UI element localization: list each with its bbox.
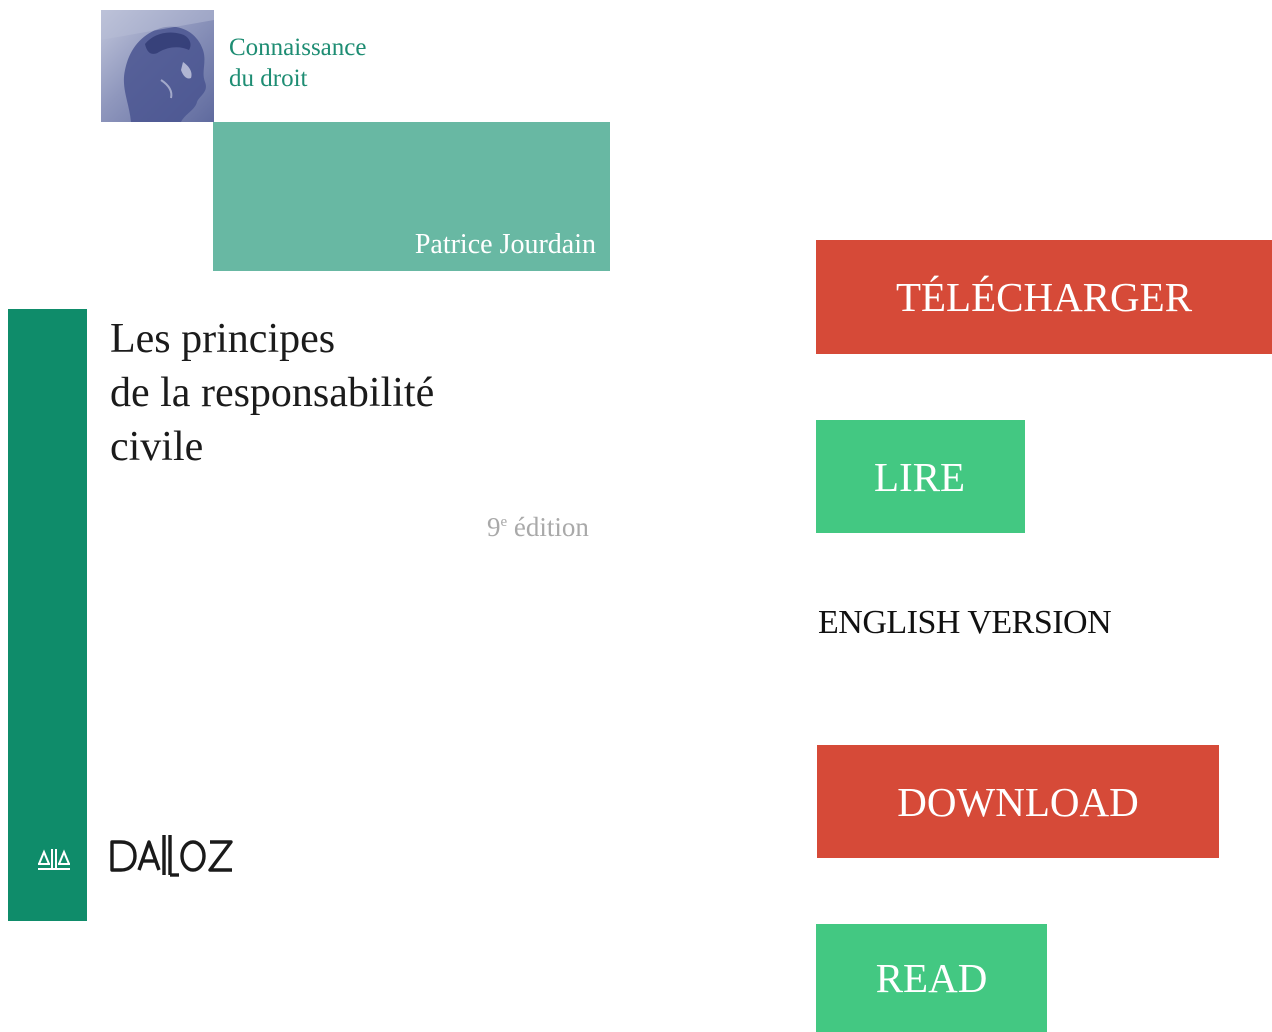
- scales-icon: [37, 848, 71, 875]
- book-title-line-2: de la responsabilité: [110, 370, 435, 416]
- series-line-1: Connaissance: [229, 34, 367, 61]
- book-title: Les principes de la responsabilité civil…: [110, 312, 434, 474]
- book-title-line-1: Les principes: [110, 316, 336, 362]
- book-title-line-3: civile: [110, 424, 204, 470]
- lire-button[interactable]: LIRE: [816, 420, 1025, 533]
- read-button[interactable]: READ: [816, 924, 1047, 1032]
- edition-number: 9: [487, 512, 501, 542]
- edition-word: édition: [513, 512, 589, 542]
- bust-portrait-image: [101, 10, 214, 122]
- english-version-label: ENGLISH VERSION: [818, 604, 1112, 641]
- book-cover: Connaissance du droit Patrice Jourdain L…: [0, 0, 640, 1032]
- telecharger-button[interactable]: TÉLÉCHARGER: [816, 240, 1272, 354]
- publisher-logo: [109, 833, 239, 882]
- edition-suffix: e: [500, 514, 508, 530]
- author-name: Patrice Jourdain: [414, 229, 596, 260]
- author-block: Patrice Jourdain: [213, 122, 610, 271]
- series-name: Connaissance du droit: [229, 32, 366, 94]
- download-button[interactable]: DOWNLOAD: [817, 745, 1219, 858]
- cover-spine-bar: [8, 309, 87, 921]
- series-line-2: du droit: [229, 65, 308, 92]
- edition-label: 9e édition: [487, 512, 589, 543]
